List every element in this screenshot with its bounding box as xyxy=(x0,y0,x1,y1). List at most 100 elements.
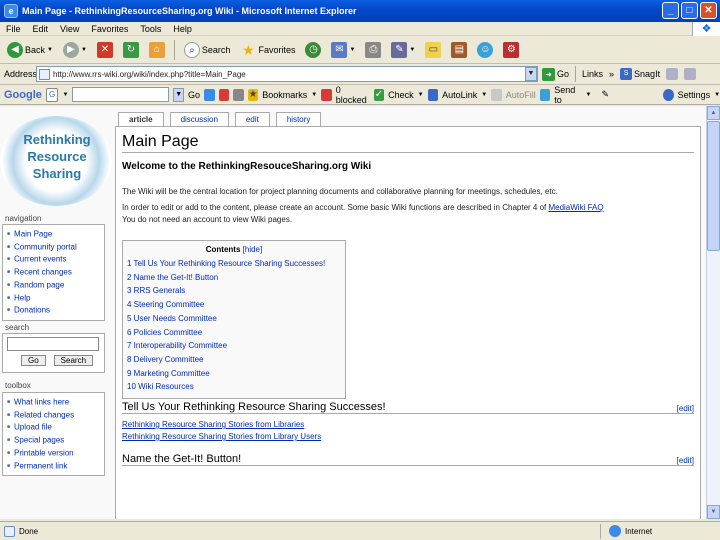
pagerank-icon[interactable] xyxy=(218,88,230,101)
toc-item[interactable]: 2 Name the Get-It! Button xyxy=(127,271,341,285)
refresh-button[interactable]: ↻ xyxy=(120,39,142,61)
menu-edit[interactable]: Edit xyxy=(33,24,49,34)
section-edit-link[interactable]: [edit] xyxy=(677,456,694,465)
snagit-button[interactable]: S SnagIt xyxy=(620,68,660,80)
autolink-icon xyxy=(427,88,439,101)
section-edit-link[interactable]: [edit] xyxy=(677,404,694,413)
capture-icon[interactable] xyxy=(666,68,679,80)
no-account-text: You do not need an account to view Wiki … xyxy=(122,215,293,224)
mediawiki-faq-link[interactable]: MediaWiki FAQ xyxy=(548,203,603,212)
tool-what-links-here[interactable]: What links here xyxy=(7,396,102,409)
toc-item[interactable]: 6 Policies Committee xyxy=(127,326,341,340)
toc-item[interactable]: 8 Delivery Committee xyxy=(127,353,341,367)
tool-permanent-link[interactable]: Permanent link xyxy=(7,460,102,473)
toc-item[interactable]: 7 Interoperability Committee xyxy=(127,339,341,353)
history-button[interactable]: ◷ xyxy=(302,39,324,61)
minimize-button[interactable]: _ xyxy=(662,2,679,19)
scroll-down-icon[interactable]: ▼ xyxy=(707,505,720,519)
settings-button[interactable]: Settings xyxy=(678,90,711,100)
chevron-down-icon[interactable]: ▼ xyxy=(714,92,720,98)
forward-button[interactable]: ▶ ▼ xyxy=(60,39,90,61)
google-go-button[interactable]: Go xyxy=(188,90,200,100)
autolink-button[interactable]: AutoLink xyxy=(442,90,477,100)
tab-article[interactable]: article xyxy=(118,112,164,126)
scroll-up-icon[interactable]: ▲ xyxy=(707,106,720,120)
bookmarks-button[interactable]: Bookmarks xyxy=(262,90,307,100)
address-input[interactable]: http://www.rrs-wiki.org/wiki/index.php?t… xyxy=(36,66,538,82)
menu-view[interactable]: View xyxy=(60,24,79,34)
autofill-button[interactable]: AutoFill xyxy=(506,90,536,100)
toolbox-heading: toolbox xyxy=(5,381,31,390)
go-button[interactable]: ➜ Go xyxy=(542,67,569,81)
nav-community-portal[interactable]: Community portal xyxy=(7,241,102,254)
nav-donations[interactable]: Donations xyxy=(7,304,102,317)
chevron-down-icon[interactable]: ▼ xyxy=(173,87,185,102)
chevron-down-icon[interactable]: ▼ xyxy=(481,92,487,98)
nav-current-events[interactable]: Current events xyxy=(7,253,102,266)
print-button[interactable]: ⎙ xyxy=(362,39,384,61)
research-button[interactable]: ▤ xyxy=(448,39,470,61)
favorites-button[interactable]: ★ Favorites xyxy=(237,39,298,61)
sendto-button[interactable]: Send to xyxy=(554,85,581,105)
nav-recent-changes[interactable]: Recent changes xyxy=(7,266,102,279)
news-icon[interactable] xyxy=(233,88,244,101)
tool-related-changes[interactable]: Related changes xyxy=(7,409,102,422)
window-controls: _ □ ✕ xyxy=(662,2,717,19)
edit-page-button[interactable]: ✎ ▼ xyxy=(388,39,418,61)
chevron-down-icon[interactable]: ▼ xyxy=(418,92,424,98)
toc-item[interactable]: 9 Marketing Committee xyxy=(127,367,341,381)
vertical-scrollbar[interactable]: ▲ ▼ xyxy=(706,106,720,519)
nav-help[interactable]: Help xyxy=(7,292,102,305)
back-button[interactable]: ◀ Back ▼ xyxy=(4,39,56,61)
toc-item[interactable]: 10 Wiki Resources xyxy=(127,380,341,394)
google-g-icon[interactable]: G xyxy=(45,87,59,102)
tab-history[interactable]: history xyxy=(275,112,322,126)
chevron-down-icon[interactable]: ▼ xyxy=(525,67,537,81)
wiki-search-button[interactable]: Search xyxy=(53,355,94,366)
menu-favorites[interactable]: Favorites xyxy=(91,24,128,34)
home-button[interactable]: ⌂ xyxy=(146,39,168,61)
wiki-search-input[interactable] xyxy=(7,337,99,351)
blocked-count[interactable]: 0 blocked xyxy=(336,85,370,105)
toc-item[interactable]: 5 User Needs Committee xyxy=(127,312,341,326)
search-button[interactable]: ⌕ Search xyxy=(181,39,234,61)
menu-tools[interactable]: Tools xyxy=(140,24,161,34)
links-label[interactable]: Links xyxy=(582,69,603,79)
tools-button[interactable]: ⚙ xyxy=(500,39,522,61)
site-logo[interactable]: Rethinking Resource Sharing xyxy=(0,112,112,208)
toc-item[interactable]: 1 Tell Us Your Rethinking Resource Shari… xyxy=(127,257,341,271)
google-search-icon[interactable] xyxy=(204,88,215,101)
chevron-down-icon[interactable]: ▼ xyxy=(311,92,317,98)
menu-help[interactable]: Help xyxy=(173,24,192,34)
toc-hide-link[interactable]: [hide] xyxy=(243,245,263,254)
messenger-button[interactable]: ☺ xyxy=(474,39,496,61)
tab-discussion[interactable]: discussion xyxy=(169,112,229,126)
close-button[interactable]: ✕ xyxy=(700,2,717,19)
menu-file[interactable]: File xyxy=(6,24,21,34)
discuss-button[interactable]: ▭ xyxy=(422,39,444,61)
toc-item[interactable]: 4 Steering Committee xyxy=(127,298,341,312)
scroll-thumb[interactable] xyxy=(707,121,720,251)
content-area: Main Page Welcome to the RethinkingResou… xyxy=(115,126,701,519)
nav-main-page[interactable]: Main Page xyxy=(7,228,102,241)
capture-options-icon[interactable] xyxy=(684,68,697,80)
google-logo[interactable]: Google xyxy=(4,89,42,101)
stories-users-link[interactable]: Rethinking Resource Sharing Stories from… xyxy=(122,431,694,443)
nav-random-page[interactable]: Random page xyxy=(7,279,102,292)
chevron-right-icon[interactable]: » xyxy=(609,69,614,79)
chevron-down-icon[interactable]: ▼ xyxy=(586,92,592,98)
tab-edit[interactable]: edit xyxy=(234,112,270,126)
tool-special-pages[interactable]: Special pages xyxy=(7,434,102,447)
check-button[interactable]: Check xyxy=(388,90,414,100)
wiki-go-button[interactable]: Go xyxy=(21,355,46,366)
stop-button[interactable]: ✕ xyxy=(94,39,116,61)
tool-printable-version[interactable]: Printable version xyxy=(7,447,102,460)
toc-item[interactable]: 3 RRS Generals xyxy=(127,284,341,298)
chevron-down-icon[interactable]: ▼ xyxy=(62,92,68,98)
maximize-button[interactable]: □ xyxy=(681,2,698,19)
tool-upload-file[interactable]: Upload file xyxy=(7,421,102,434)
google-search-input[interactable] xyxy=(72,87,170,102)
stories-libraries-link[interactable]: Rethinking Resource Sharing Stories from… xyxy=(122,419,694,431)
pencil-icon[interactable]: ✎ xyxy=(601,89,609,100)
mail-button[interactable]: ✉ ▼ xyxy=(328,39,358,61)
